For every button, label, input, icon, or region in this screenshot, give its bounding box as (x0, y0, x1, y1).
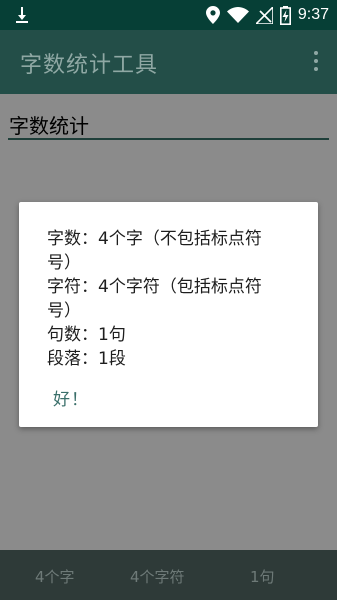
no-signal-icon (255, 6, 273, 24)
text-input[interactable]: 字数统计 (9, 110, 89, 139)
location-icon (205, 6, 220, 24)
app-title: 字数统计工具 (20, 53, 159, 78)
app-bar: 字数统计工具 (0, 30, 337, 94)
battery-charging-icon (279, 5, 291, 25)
dialog-message: 字数：4个字（不包括标点符 号） 字符：4个字符（包括标点符 号） 句数：1句 … (47, 227, 297, 371)
download-icon (16, 7, 28, 23)
dialog-line-symbols: 字符：4个字符（包括标点符 (47, 277, 262, 297)
status-icons: 9:37 (205, 4, 329, 26)
dialog-line-symbols-cont: 号） (47, 301, 81, 321)
ok-button[interactable]: 好！ (53, 385, 89, 410)
status-time: 9:37 (297, 6, 329, 23)
result-dialog: 字数：4个字（不包括标点符 号） 字符：4个字符（包括标点符 号） 句数：1句 … (19, 202, 318, 427)
status-bar: 9:37 (0, 0, 337, 30)
dialog-line-chars: 字数：4个字（不包括标点符 (47, 229, 262, 249)
dialog-line-sentences: 句数：1句 (47, 325, 126, 345)
wifi-icon (226, 7, 249, 23)
screen: 9:37 字数统计工具 字数统计 字数：4个字（不包括标点符 号） 字符：4个字… (0, 0, 337, 600)
symbol-count: 4个字符 (130, 568, 185, 586)
sentence-count: 1句 (250, 568, 275, 586)
dialog-line-paragraphs: 段落：1段 (47, 349, 126, 369)
more-vert-icon[interactable] (313, 51, 319, 73)
input-underline (8, 138, 329, 140)
bottom-bar: 4个字 4个字符 1句 (0, 550, 337, 600)
dialog-line-chars-cont: 号） (47, 253, 81, 273)
char-count: 4个字 (35, 568, 75, 586)
